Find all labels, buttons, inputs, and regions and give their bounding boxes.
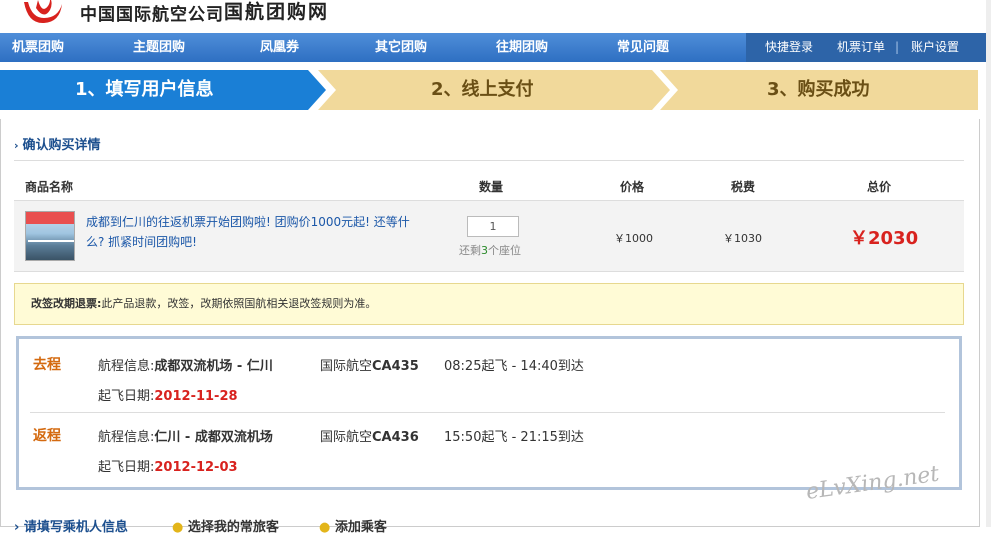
column-header-price: 价格: [620, 180, 645, 194]
seats-remaining: 还剩3个座位: [459, 242, 521, 258]
airline-prefix: 国际航空: [320, 359, 373, 374]
unit-price: ￥1000: [614, 232, 653, 245]
nav-item-other-group[interactable]: 其它团购: [375, 33, 427, 62]
section-title: › 确认购买详情: [14, 134, 101, 153]
column-header-total: 总价: [867, 180, 892, 194]
quick-login-link[interactable]: 快捷登录: [765, 33, 813, 62]
add-passenger-link[interactable]: ● 添加乘客: [319, 516, 387, 535]
thumb-banner: [26, 212, 74, 224]
thumb-bridge: [28, 240, 74, 242]
outbound-times: 08:25起飞 - 14:40到达: [444, 359, 584, 374]
date-value: 2012-11-28: [154, 389, 238, 404]
flight-orders-link[interactable]: 机票订单: [837, 33, 885, 62]
airline-name: 中国国际航空公司: [80, 5, 224, 25]
fill-info-text: 请填写乘机人信息: [23, 520, 128, 535]
nav-item-flight-group[interactable]: 机票团购: [12, 33, 64, 62]
divider: [14, 160, 964, 161]
date-prefix: 起飞日期:: [98, 389, 155, 404]
column-header-quantity: 数量: [479, 180, 504, 194]
site-name: 国航团购网: [224, 1, 330, 23]
notice-label: 改签改期退票:: [31, 297, 102, 310]
passenger-section-header: › 请填写乘机人信息 ● 选择我的常旅客 ● 添加乘客: [14, 516, 414, 535]
air-china-logo-icon[interactable]: [18, 0, 70, 26]
account-settings-link[interactable]: 账户设置: [911, 33, 959, 62]
route-prefix: 航程信息:: [98, 430, 155, 445]
return-label: 返程: [33, 428, 61, 444]
checkout-steps: 1、填写用户信息 2、线上支付 3、购买成功: [0, 70, 991, 110]
return-route: 航程信息:仁川 - 成都双流机场: [98, 426, 273, 445]
outbound-label: 去程: [33, 357, 61, 373]
chevron-right-icon: ›: [14, 139, 19, 152]
seats-count: 3: [481, 244, 488, 257]
column-header-product: 商品名称: [25, 180, 74, 194]
notice-text: 此产品退款，改签，改期依照国航相关退改签规则为准。: [101, 297, 377, 310]
date-prefix: 起飞日期:: [98, 460, 155, 475]
route-value: 仁川 - 成都双流机场: [154, 430, 273, 445]
divider: [30, 412, 945, 413]
date-value: 2012-12-03: [154, 460, 238, 475]
main-nav: 机票团购 主题团购 凤凰券 其它团购 往期团购 常见问题 快捷登录 机票订单 |…: [0, 33, 991, 62]
quantity-input[interactable]: 1: [467, 216, 519, 237]
column-header-tax: 税费: [731, 180, 756, 194]
tax-amount: ￥1030: [723, 232, 762, 245]
confirm-title-text: 确认购买详情: [22, 138, 101, 153]
choose-frequent-text: 选择我的常旅客: [187, 520, 279, 535]
refund-notice: 改签改期退票:此产品退款，改签，改期依照国航相关退改签规则为准。: [14, 283, 964, 325]
nav-item-theme-group[interactable]: 主题团购: [133, 33, 185, 62]
route-prefix: 航程信息:: [98, 359, 155, 374]
fill-passenger-info-title: › 请填写乘机人信息: [14, 520, 128, 535]
return-flight: 国际航空CA436: [320, 426, 419, 445]
site-header: 中国国际航空公司 国航团购网: [0, 0, 991, 33]
nav-user-links: 快捷登录 机票订单 | 账户设置: [746, 33, 987, 62]
seats-prefix: 还剩: [459, 244, 481, 257]
user-icon: ●: [172, 520, 184, 535]
route-value: 成都双流机场 - 仁川: [154, 359, 273, 374]
choose-frequent-link[interactable]: ● 选择我的常旅客: [172, 516, 279, 535]
flight-number: CA436: [372, 430, 419, 445]
airline-prefix: 国际航空: [320, 430, 373, 445]
product-description-link[interactable]: 成都到仁川的往返机票开始团购啦! 团购价1000元起! 还等什么? 抓紧时间团购…: [86, 212, 416, 252]
product-thumbnail[interactable]: [25, 211, 75, 261]
return-date: 起飞日期:2012-12-03: [98, 456, 238, 475]
add-passenger-text: 添加乘客: [334, 520, 387, 535]
outbound-flight: 国际航空CA435: [320, 355, 419, 374]
step-1-label: 1、填写用户信息: [75, 79, 214, 100]
nav-item-phoenix-voucher[interactable]: 凤凰券: [260, 33, 299, 62]
nav-item-faq[interactable]: 常见问题: [617, 33, 669, 62]
step-2-label: 2、线上支付: [431, 79, 534, 100]
flight-number: CA435: [372, 359, 419, 374]
outbound-route: 航程信息:成都双流机场 - 仁川: [98, 355, 273, 374]
return-times: 15:50起飞 - 21:15到达: [444, 430, 584, 445]
total-price: ￥2030: [850, 228, 919, 249]
step-3-label: 3、购买成功: [767, 79, 870, 100]
seats-suffix: 个座位: [488, 244, 521, 257]
user-add-icon: ●: [319, 520, 331, 535]
nav-item-past-group[interactable]: 往期团购: [496, 33, 548, 62]
scrollbar[interactable]: [986, 0, 991, 527]
nav-separator: |: [895, 40, 900, 54]
outbound-date: 起飞日期:2012-11-28: [98, 385, 238, 404]
